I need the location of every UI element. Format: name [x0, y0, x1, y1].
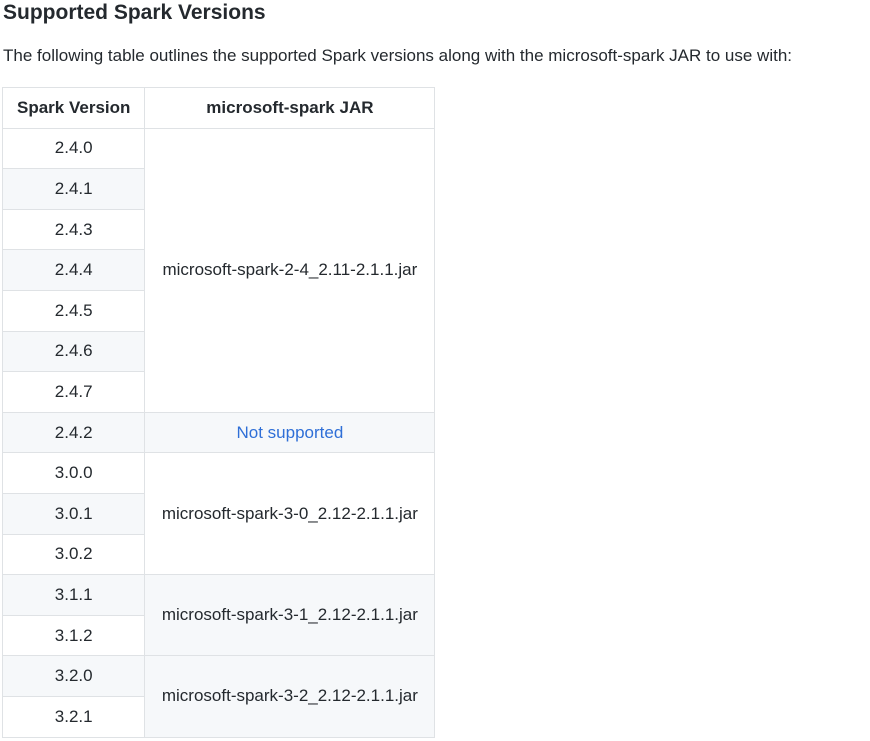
- table-row: 3.0.0 microsoft-spark-3-0_2.12-2.1.1.jar: [1, 452, 436, 576]
- version-cell: 2.4.0: [1, 127, 146, 170]
- table-row: 2.4.0 microsoft-spark-2-4_2.11-2.1.1.jar: [1, 127, 436, 413]
- not-supported-cell: Not supported: [144, 411, 436, 454]
- table-row: 3.2.0 microsoft-spark-3-2_2.12-2.1.1.jar: [1, 655, 436, 738]
- jar-cell: microsoft-spark-3-1_2.12-2.1.1.jar: [144, 574, 436, 657]
- version-cell: 3.2.0: [1, 655, 146, 697]
- header-spark-version: Spark Version: [1, 87, 146, 129]
- version-cell: 2.4.2: [1, 411, 146, 454]
- intro-paragraph: The following table outlines the support…: [3, 46, 793, 65]
- version-cell: 3.1.2: [1, 614, 146, 657]
- table-row: 3.1.1 microsoft-spark-3-1_2.12-2.1.1.jar: [1, 574, 436, 657]
- version-cell: 2.4.5: [1, 289, 146, 332]
- version-cell: 3.0.1: [1, 492, 146, 535]
- version-cell: 2.4.7: [1, 371, 146, 413]
- version-cell: 2.4.6: [1, 330, 146, 373]
- supported-versions-table: Spark Version microsoft-spark JAR 2.4.0 …: [1, 87, 436, 738]
- jar-cell: microsoft-spark-2-4_2.11-2.1.1.jar: [144, 127, 436, 413]
- version-cell: 3.2.1: [1, 695, 146, 738]
- header-microsoft-spark-jar: microsoft-spark JAR: [144, 87, 436, 129]
- section-title: Supported Spark Versions: [3, 1, 266, 24]
- version-cell: 2.4.1: [1, 168, 146, 210]
- table-header-row: Spark Version microsoft-spark JAR: [1, 87, 436, 129]
- jar-cell: microsoft-spark-3-2_2.12-2.1.1.jar: [144, 655, 436, 738]
- version-cell: 2.4.4: [1, 249, 146, 291]
- not-supported-link[interactable]: Not supported: [236, 423, 343, 442]
- version-cell: 3.1.1: [1, 574, 146, 616]
- version-cell: 2.4.3: [1, 208, 146, 251]
- version-cell: 3.0.2: [1, 533, 146, 576]
- jar-cell: microsoft-spark-3-0_2.12-2.1.1.jar: [144, 452, 436, 576]
- version-cell: 3.0.0: [1, 452, 146, 494]
- table-row: 2.4.2 Not supported: [1, 411, 436, 454]
